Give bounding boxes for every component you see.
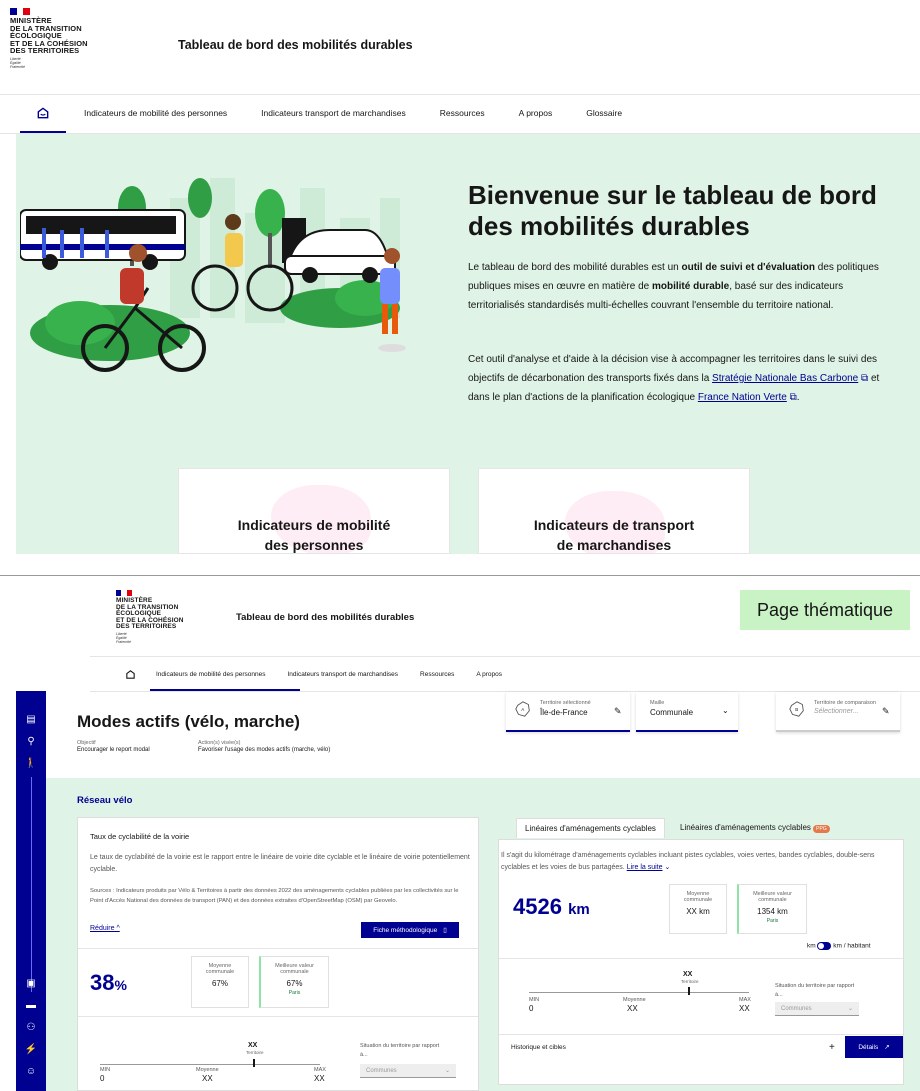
- top-header: MINISTÈRE DE LA TRANSITION ÉCOLOGIQUE ET…: [10, 8, 88, 69]
- page2-site-title[interactable]: Tableau de bord des mobilités durables: [236, 612, 414, 623]
- main-nav: Indicateurs de mobilité des personnes In…: [36, 106, 656, 120]
- situation-select[interactable]: Communes ⌄: [360, 1064, 456, 1078]
- comparison-selector[interactable]: B Territoire de comparaison Sélectionner…: [776, 692, 900, 732]
- hero-paragraph-2: Cet outil d'analyse et d'aide à la décis…: [468, 354, 880, 403]
- location-icon[interactable]: ⚲: [25, 735, 37, 747]
- card-freight-indicators[interactable]: Indicateurs de transport de marchandises: [478, 468, 750, 554]
- linear-description: Il s'agit du kilométrage d'aménagements …: [501, 852, 875, 871]
- actions-value: Favoriser l'usage des modes actifs (marc…: [198, 747, 331, 753]
- republic-flag-icon: [116, 590, 132, 596]
- page-type-badge: Page thématique: [740, 590, 910, 630]
- details-button[interactable]: Détails ↗: [845, 1036, 903, 1058]
- snbc-link[interactable]: Stratégie Nationale Bas Carbone: [712, 373, 858, 384]
- ev-charging-icon[interactable]: ⚡: [25, 1043, 37, 1055]
- page2-nav: Indicateurs de mobilité des personnes In…: [125, 669, 524, 680]
- nav2-item-about[interactable]: A propos: [476, 671, 502, 678]
- panel-title: Taux de cyclabilité de la voirie: [90, 832, 190, 841]
- actions-label: Action(s) visée(s): [198, 740, 241, 746]
- chevron-down-icon: ⌄: [847, 1006, 853, 1012]
- history-targets[interactable]: Historique et cibles: [511, 1044, 566, 1051]
- tab-linear-cycle[interactable]: Linéaires d'aménagements cyclables: [516, 818, 665, 838]
- active-modes-icon[interactable]: 🚶: [25, 757, 37, 769]
- svg-text:A: A: [521, 707, 524, 712]
- average-stat: Moyenne communale 67%: [191, 956, 249, 1008]
- carpool-icon[interactable]: ⚇: [25, 1021, 37, 1033]
- smile-icon[interactable]: ☺: [25, 1065, 37, 1077]
- train-icon[interactable]: ▣: [25, 977, 37, 989]
- edit-icon[interactable]: ✎: [882, 706, 890, 717]
- read-more-link[interactable]: Lire la suite: [627, 864, 663, 871]
- nav-item-resources[interactable]: Ressources: [440, 108, 485, 118]
- toggle-switch: [817, 942, 832, 950]
- mobility-illustration: [20, 178, 406, 372]
- hero-paragraph-1: Le tableau de bord des mobilité durables…: [468, 262, 879, 311]
- section-title: Réseau vélo: [77, 795, 133, 806]
- gauge-line: [100, 1064, 320, 1065]
- gauge-marker: [253, 1059, 255, 1067]
- external-link-icon: ⧉: [786, 392, 797, 403]
- tab-linear-cycle-ppg[interactable]: Linéaires d'aménagements cyclables PPG: [672, 818, 838, 837]
- france-map-icon: A: [515, 701, 530, 717]
- chevron-down-icon: ⌄: [664, 864, 671, 871]
- arrow-up-right-icon: ↗: [884, 1044, 890, 1051]
- theme-title: Modes actifs (vélo, marche): [77, 712, 300, 731]
- svg-text:B: B: [795, 707, 798, 712]
- average-stat: Moyenne communale XX km: [669, 884, 727, 934]
- best-stat: Meilleure valeur communale 67% Paris: [259, 956, 329, 1008]
- edit-icon[interactable]: ✎: [614, 706, 622, 717]
- home-icon[interactable]: [36, 106, 50, 120]
- objective-label: Objectif: [77, 740, 96, 746]
- republic-flag-icon: [10, 8, 31, 15]
- hero-title: Bienvenue sur le tableau de bord des mob…: [468, 180, 877, 241]
- nav-item-freight[interactable]: Indicateurs transport de marchandises: [261, 108, 406, 118]
- linear-panel: Il s'agit du kilométrage d'aménagements …: [498, 839, 904, 1085]
- france-nation-verte-link[interactable]: France Nation Verte: [698, 392, 787, 403]
- bus-icon[interactable]: ▤: [25, 713, 37, 725]
- site-title[interactable]: Tableau de bord des mobilités durables: [178, 38, 413, 52]
- car-icon[interactable]: ▬: [25, 999, 37, 1011]
- situation-select[interactable]: Communes ⌄: [775, 1002, 859, 1016]
- nav-item-people[interactable]: Indicateurs de mobilité des personnes: [84, 108, 227, 118]
- gauge-line: [529, 992, 749, 993]
- territory-selector[interactable]: A Territoire sélectionné Île-de-France ✎: [506, 692, 630, 732]
- nav2-item-freight[interactable]: Indicateurs transport de marchandises: [287, 671, 398, 678]
- objective-value: Encourager le report modal: [77, 747, 150, 753]
- document-icon: ▯: [443, 927, 447, 934]
- nav2-item-resources[interactable]: Ressources: [420, 671, 454, 678]
- sidebar: ▤ ⚲ 🚶 ▣ ▬ ⚇ ⚡ ☺: [16, 691, 46, 1091]
- plus-icon[interactable]: +: [829, 1042, 835, 1053]
- card-people-indicators[interactable]: Indicateurs de mobilité des personnes: [178, 468, 450, 554]
- best-stat: Meilleure valeur communale 1354 km Paris: [737, 884, 807, 934]
- gauge-marker: [688, 987, 690, 995]
- page2-logo: MINISTÈRE DE LA TRANSITION ÉCOLOGIQUE ET…: [116, 590, 184, 644]
- chevron-up-icon: ^: [116, 925, 120, 932]
- method-sheet-button[interactable]: Fiche méthodologique ▯: [361, 922, 459, 938]
- cyclability-value: 38%: [90, 970, 127, 995]
- cyclability-panel: Taux de cyclabilité de la voirie Le taux…: [77, 817, 479, 1091]
- ppg-badge: PPG: [813, 825, 830, 833]
- nav-item-about[interactable]: A propos: [519, 108, 553, 118]
- reduce-link[interactable]: Réduire ^: [90, 925, 120, 932]
- external-link-icon: ⧉: [858, 373, 869, 384]
- ministry-logo: MINISTÈRE DE LA TRANSITION ÉCOLOGIQUE ET…: [10, 16, 88, 55]
- maille-selector[interactable]: Maille Communale ⌄: [636, 692, 738, 732]
- home-icon[interactable]: [125, 669, 136, 680]
- chevron-down-icon: ⌄: [722, 706, 729, 715]
- chevron-down-icon: ⌄: [444, 1068, 450, 1074]
- nav-item-glossary[interactable]: Glossaire: [586, 108, 622, 118]
- linear-value: 4526 km: [513, 894, 590, 919]
- france-map-icon: B: [789, 701, 804, 717]
- nav2-item-people[interactable]: Indicateurs de mobilité des personnes: [156, 671, 265, 678]
- unit-toggle[interactable]: km km / habitant: [807, 942, 871, 950]
